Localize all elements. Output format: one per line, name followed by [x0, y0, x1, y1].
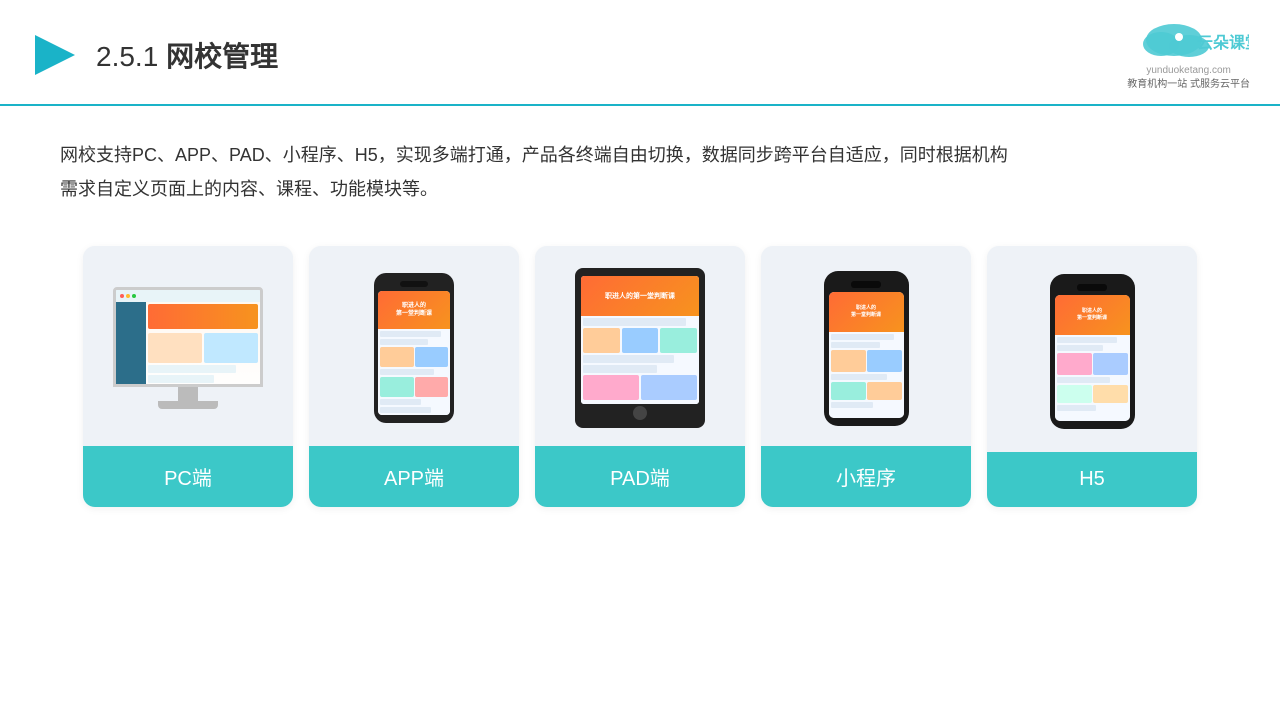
card-app-image: 职进人的第一堂判断课	[309, 246, 519, 446]
tablet-mockup: 职进人的第一堂判断课	[575, 268, 705, 428]
page-title: 2.5.1 网校管理	[96, 35, 278, 75]
card-mini: 职进人的第一堂判断课	[761, 246, 971, 507]
card-mini-image: 职进人的第一堂判断课	[761, 246, 971, 446]
card-pad-label: PAD端	[535, 446, 745, 507]
phone-mockup-mini: 职进人的第一堂判断课	[824, 271, 909, 426]
card-pad-image: 职进人的第一堂判断课	[535, 246, 745, 446]
play-icon	[30, 30, 80, 80]
device-cards: PC端 职进人的第一堂判断课	[0, 226, 1280, 527]
card-pad: 职进人的第一堂判断课	[535, 246, 745, 507]
logo-area: 云朵课堂 yunduoketang.com 教育机构一站 式服务云平台	[1127, 18, 1250, 92]
card-pc-image	[83, 246, 293, 446]
card-h5: 职进人的第一堂判断课	[987, 246, 1197, 507]
card-pc-label: PC端	[83, 446, 293, 507]
logo-tagline: 教育机构一站 式服务云平台	[1127, 78, 1250, 92]
description-area: 网校支持PC、APP、PAD、小程序、H5，实现多端打通，产品各终端自由切换，数…	[0, 106, 1280, 226]
card-app-label: APP端	[309, 446, 519, 507]
svg-text:云朵课堂: 云朵课堂	[1197, 33, 1249, 52]
card-app: 职进人的第一堂判断课	[309, 246, 519, 507]
header: 2.5.1 网校管理 云朵课堂 yunduoketang.com 教育机构一站 …	[0, 0, 1280, 106]
phone-mockup-h5: 职进人的第一堂判断课	[1050, 274, 1135, 429]
desc-line1: 网校支持PC、APP、PAD、小程序、H5，实现多端打通，产品各终端自由切换，数…	[60, 138, 1220, 172]
desc-line2: 需求自定义页面上的内容、课程、功能模块等。	[60, 172, 1220, 206]
logo-url: yunduoketang.com	[1146, 65, 1231, 76]
card-pc: PC端	[83, 246, 293, 507]
monitor-mockup	[113, 287, 263, 409]
phone-mockup-app: 职进人的第一堂判断课	[374, 273, 454, 423]
card-mini-label: 小程序	[761, 446, 971, 507]
card-h5-label: H5	[987, 452, 1197, 507]
card-h5-image: 职进人的第一堂判断课	[987, 246, 1197, 452]
logo-icon: 云朵课堂	[1129, 18, 1249, 63]
header-left: 2.5.1 网校管理	[30, 30, 278, 80]
